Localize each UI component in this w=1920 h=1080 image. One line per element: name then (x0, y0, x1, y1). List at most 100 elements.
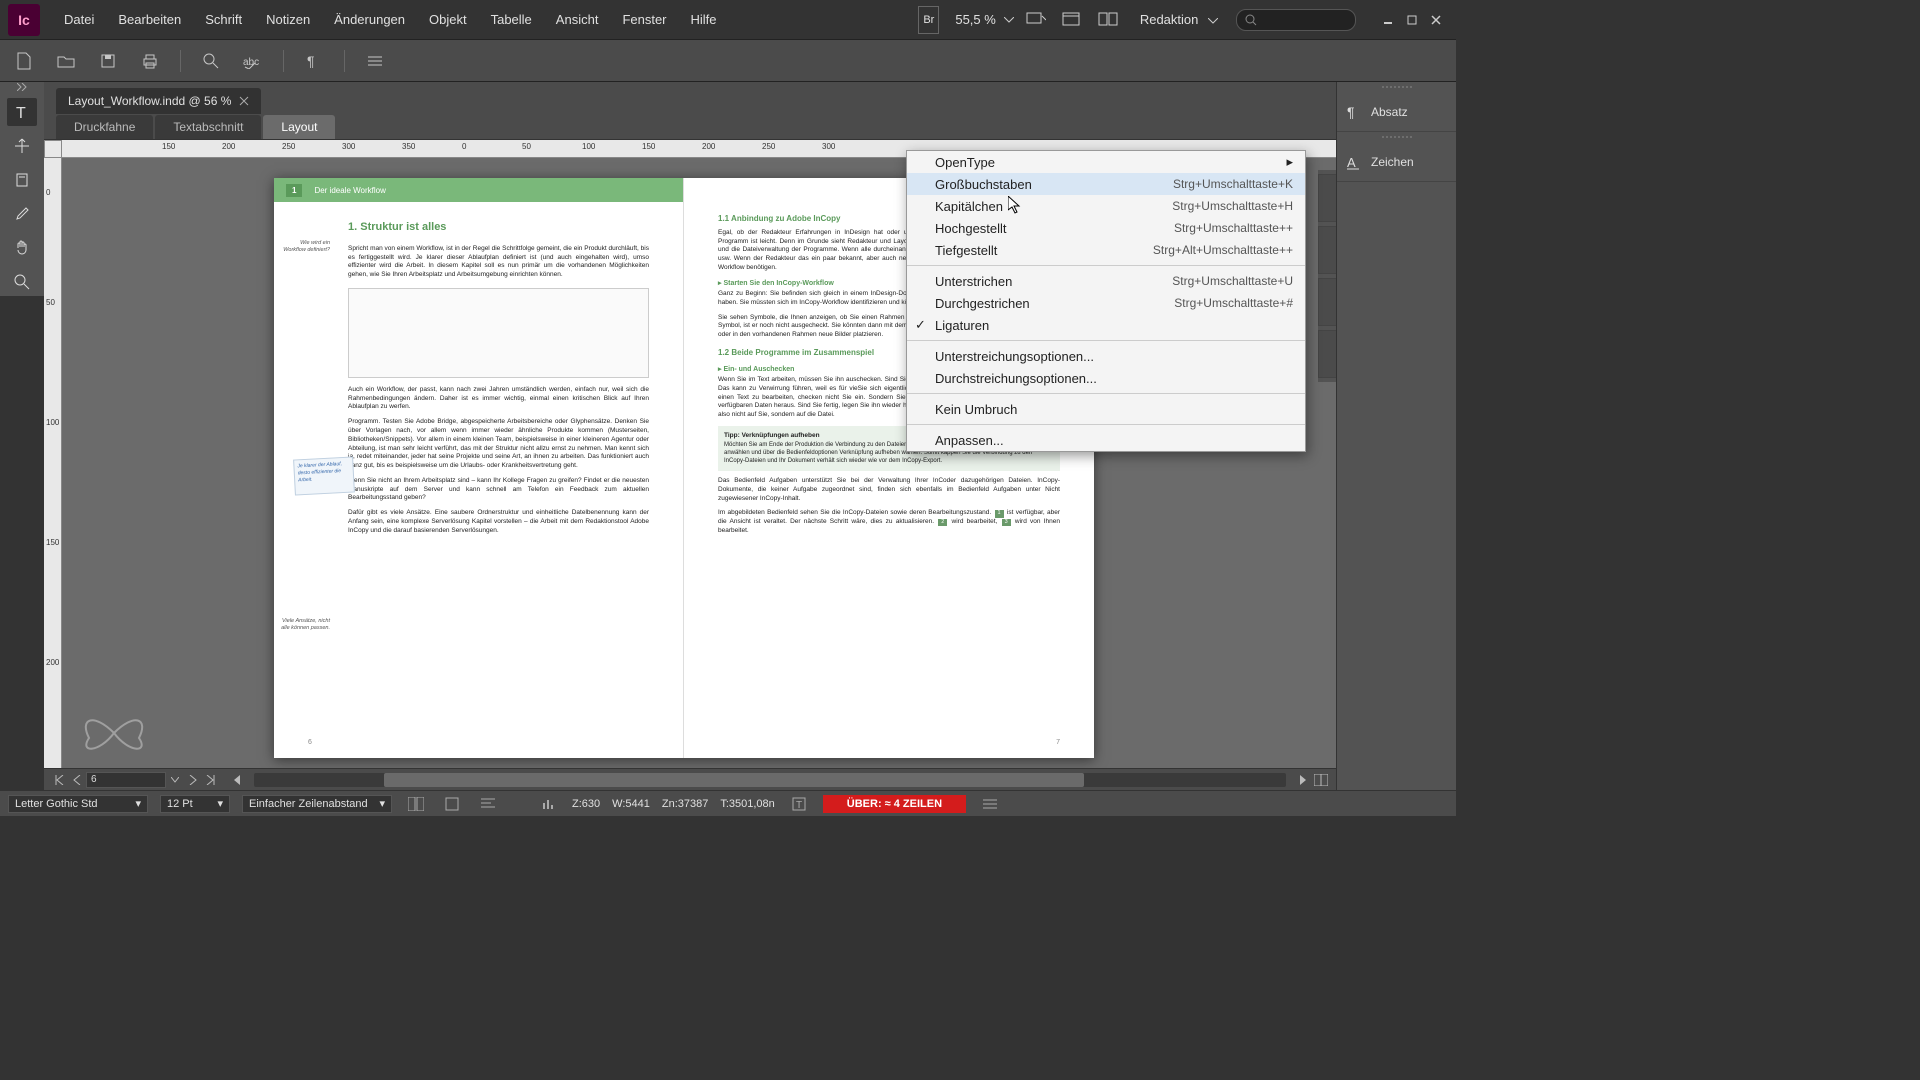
menu-schrift[interactable]: Schrift (193, 0, 254, 40)
font-size-dropdown[interactable]: 12 Pt ▾ (160, 795, 230, 813)
collapsed-panel-2[interactable] (1318, 226, 1336, 274)
callout-badge: 1 (995, 510, 1004, 517)
leading-dropdown[interactable]: Einfacher Zeilenabstand ▾ (242, 795, 392, 813)
menu-hilfe[interactable]: Hilfe (679, 0, 729, 40)
close-icon (239, 96, 249, 106)
menu-fenster[interactable]: Fenster (610, 0, 678, 40)
panel-absatz[interactable]: ¶ Absatz (1337, 92, 1456, 132)
frame-button[interactable] (440, 792, 464, 816)
menu-kapitaelchen[interactable]: Kapitälchen Strg+Umschalttaste+H (907, 195, 1305, 217)
menu-ansicht[interactable]: Ansicht (544, 0, 611, 40)
eyedropper-icon (14, 206, 30, 222)
first-icon (54, 775, 64, 785)
zoom-dropdown[interactable]: 55,5 % (947, 12, 1013, 27)
panel-collapse-button[interactable] (1337, 132, 1456, 142)
minimize-button[interactable] (1376, 10, 1400, 30)
close-button[interactable] (1424, 10, 1448, 30)
scrollbar-thumb[interactable] (384, 773, 1084, 787)
page-number-input[interactable] (86, 772, 166, 788)
stats-icon-button[interactable] (536, 792, 560, 816)
chevron-down-icon (1004, 17, 1014, 23)
chevron-down-icon: ▾ (217, 797, 223, 810)
panel-collapse-button[interactable] (1337, 82, 1456, 92)
menu-opentype[interactable]: OpenType ▸ (907, 151, 1305, 173)
menu-durchstreichungsoptionen[interactable]: Durchstreichungsoptionen... (907, 367, 1305, 389)
menu-objekt[interactable]: Objekt (417, 0, 479, 40)
tab-layout[interactable]: Layout (263, 115, 335, 139)
menu-kein-umbruch[interactable]: Kein Umbruch (907, 398, 1305, 420)
toolbar-menu-button[interactable] (363, 49, 387, 73)
page-dropdown-button[interactable] (166, 771, 184, 789)
ruler-tick: 150 (642, 142, 655, 151)
body-paragraph: Auch ein Workflow, der passt, kann nach … (348, 386, 649, 412)
menu-tiefgestellt[interactable]: Tiefgestellt Strg+Alt+Umschalttaste++ (907, 239, 1305, 261)
tab-druckfahne[interactable]: Druckfahne (56, 115, 153, 139)
position-tool[interactable] (7, 132, 37, 160)
menu-unterstreichungsoptionen[interactable]: Unterstreichungsoptionen... (907, 345, 1305, 367)
close-tab-button[interactable] (239, 96, 249, 106)
ruler-tick: 150 (46, 538, 59, 547)
hand-tool[interactable] (7, 234, 37, 262)
columns-button[interactable] (404, 792, 428, 816)
ruler-origin[interactable] (44, 140, 62, 158)
running-header: Der ideale Workflow (314, 186, 385, 195)
status-w: W:5441 (612, 798, 650, 810)
last-page-button[interactable] (202, 771, 220, 789)
collapsed-panel-4[interactable] (1318, 330, 1336, 378)
view-options-button[interactable] (1022, 6, 1050, 34)
help-search[interactable] (1236, 9, 1356, 31)
print-button[interactable] (138, 49, 162, 73)
scroll-right-button[interactable] (1294, 771, 1312, 789)
chevron-down-icon: ▾ (379, 797, 385, 810)
menu-unterstrichen[interactable]: Unterstrichen Strg+Umschalttaste+U (907, 270, 1305, 292)
split-view-button[interactable] (1312, 771, 1330, 789)
overset-icon-button[interactable]: T (787, 792, 811, 816)
document-tab[interactable]: Layout_Workflow.indd @ 56 % (56, 88, 261, 114)
menu-datei[interactable]: Datei (52, 0, 106, 40)
menu-durchgestrichen[interactable]: Durchgestrichen Strg+Umschalttaste+# (907, 292, 1305, 314)
menu-anpassen[interactable]: Anpassen... (907, 429, 1305, 451)
arrange-button[interactable] (1094, 6, 1122, 34)
columns-icon (408, 797, 424, 811)
show-invisibles-button[interactable]: ¶ (302, 49, 326, 73)
triangle-right-icon (1299, 775, 1307, 785)
menu-bearbeiten[interactable]: Bearbeiten (106, 0, 193, 40)
tab-textabschnitt[interactable]: Textabschnitt (155, 115, 261, 139)
expand-tools-button[interactable] (0, 82, 44, 92)
menu-notizen[interactable]: Notizen (254, 0, 322, 40)
screen-mode-button[interactable] (1058, 6, 1086, 34)
prev-page-button[interactable] (68, 771, 86, 789)
next-page-button[interactable] (184, 771, 202, 789)
bridge-button[interactable]: Br (918, 6, 939, 34)
menu-grossbuchstaben[interactable]: Großbuchstaben Strg+Umschalttaste+K (907, 173, 1305, 195)
spellcheck-button[interactable]: abc (241, 49, 265, 73)
collapsed-panel-3[interactable] (1318, 278, 1336, 326)
eyedropper-tool[interactable] (7, 200, 37, 228)
horizontal-scrollbar[interactable] (254, 773, 1286, 787)
maximize-button[interactable] (1400, 10, 1424, 30)
menu-ligaturen[interactable]: ✓ Ligaturen (907, 314, 1305, 336)
right-panel-dock: ¶ Absatz A Zeichen (1336, 82, 1456, 790)
menu-aenderungen[interactable]: Änderungen (322, 0, 417, 40)
open-button[interactable] (54, 49, 78, 73)
ruler-tick: 0 (46, 188, 50, 197)
status-menu-button[interactable] (978, 792, 1002, 816)
zoom-tool[interactable] (7, 268, 37, 296)
type-tool[interactable]: T (7, 98, 37, 126)
workspace-switcher[interactable]: Redaktion (1130, 12, 1228, 27)
note-tool[interactable] (7, 166, 37, 194)
collapsed-panel-1[interactable] (1318, 174, 1336, 222)
first-page-button[interactable] (50, 771, 68, 789)
panel-zeichen[interactable]: A Zeichen (1337, 142, 1456, 182)
new-doc-button[interactable] (12, 49, 36, 73)
menu-hochgestellt[interactable]: Hochgestellt Strg+Umschalttaste++ (907, 217, 1305, 239)
vertical-ruler[interactable]: 0 50 100 150 200 (44, 158, 62, 768)
zoom-value: 55,5 % (947, 12, 1003, 27)
close-icon (1430, 14, 1442, 26)
scroll-left-button[interactable] (228, 771, 246, 789)
find-button[interactable] (199, 49, 223, 73)
align-button[interactable] (476, 792, 500, 816)
font-family-dropdown[interactable]: Letter Gothic Std ▾ (8, 795, 148, 813)
menu-tabelle[interactable]: Tabelle (479, 0, 544, 40)
save-button[interactable] (96, 49, 120, 73)
